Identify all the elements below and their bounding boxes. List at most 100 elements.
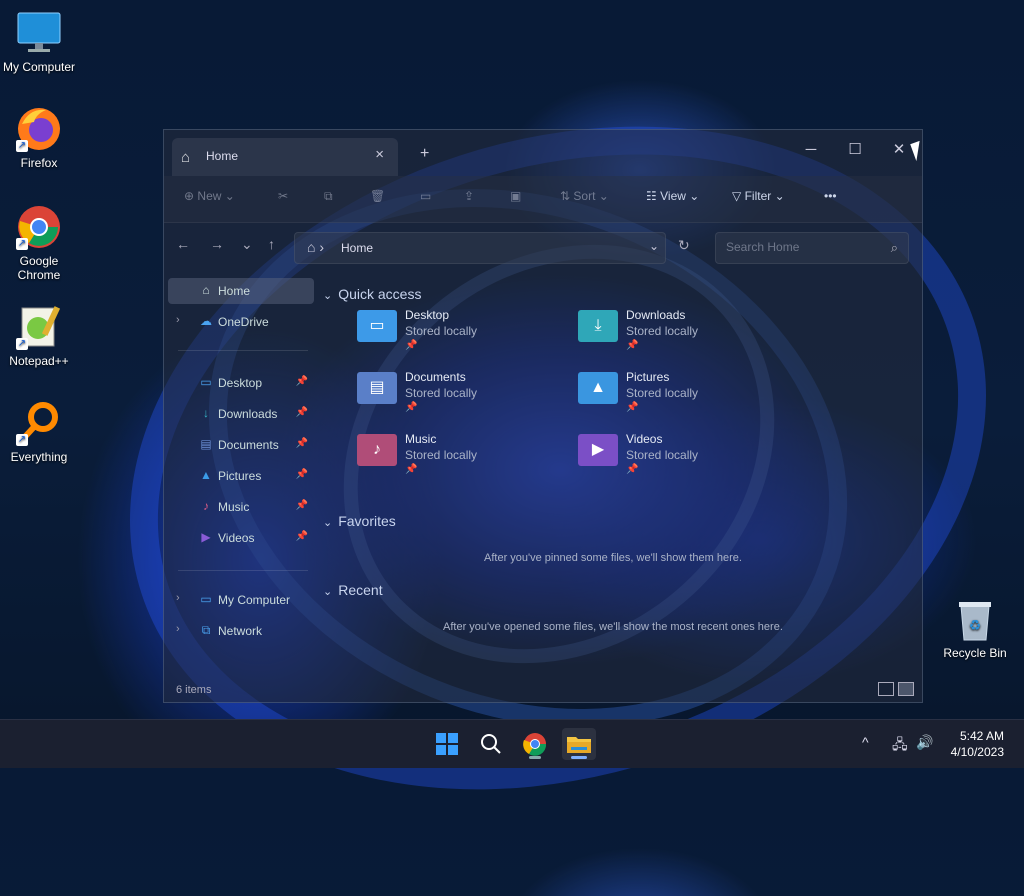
shortcut-arrow-icon: ↗: [16, 140, 28, 152]
tab-label: Home: [206, 149, 239, 163]
more-options-button[interactable]: •••: [824, 189, 837, 203]
quick-access-item-videos[interactable]: ▶ Videos Stored locally 📌: [570, 430, 770, 486]
forward-arrow-icon[interactable]: →: [210, 236, 224, 252]
filter-button[interactable]: ▽ Filter ⌄: [732, 189, 785, 203]
sort-button[interactable]: ⇅ Sort ⌄: [560, 189, 609, 203]
desktop-icon-my-computer[interactable]: My Computer: [0, 10, 78, 74]
title-bar[interactable]: ⌂ Home × + ─ ☐ ✕: [164, 130, 922, 176]
copy-button[interactable]: ⧉: [324, 189, 333, 204]
pin-icon: 📌: [295, 376, 308, 387]
details-view-icon[interactable]: [878, 682, 894, 696]
nav-item-documents[interactable]: ▤ Documents 📌: [168, 432, 314, 458]
nav-divider: [178, 350, 308, 351]
address-bar[interactable]: ⌂ › Home ⌄: [294, 232, 666, 264]
breadcrumb-home[interactable]: Home: [341, 241, 373, 255]
rename-icon: ▭: [420, 189, 432, 203]
nav-item-downloads[interactable]: ↓ Downloads 📌: [168, 401, 314, 427]
nav-item-videos[interactable]: ▶ Videos 📌: [168, 525, 314, 551]
quick-access-item-pictures[interactable]: ▲ Pictures Stored locally 📌: [570, 368, 770, 424]
nav-item-onedrive[interactable]: › ☁ OneDrive: [168, 309, 314, 335]
new-tab-button[interactable]: +: [420, 145, 429, 163]
favorites-empty-message: After you've pinned some files, we'll sh…: [484, 552, 742, 564]
nav-item-music[interactable]: ♪ Music 📌: [168, 494, 314, 520]
desktop-icon-recycle-bin[interactable]: ♻ Recycle Bin: [940, 598, 1010, 660]
network-status-icon[interactable]: 🖧: [892, 734, 908, 758]
item-location: Stored locally: [405, 324, 478, 338]
view-label: View: [660, 189, 686, 203]
delete-button[interactable]: 🗑: [370, 189, 385, 203]
nav-item-label: My Computer: [218, 593, 291, 607]
firefox-icon: ↗: [16, 106, 62, 152]
view-button[interactable]: ☷ View ⌄: [646, 189, 699, 203]
section-favorites[interactable]: ⌄ Favorites: [323, 513, 396, 529]
pin-icon: 📌: [295, 407, 308, 418]
item-location: Stored locally: [405, 386, 478, 400]
taskbar: ^ 🖧 🔊 5:42 AM 4/10/2023: [0, 719, 1024, 768]
desktop-icon-firefox[interactable]: ↗ Firefox: [0, 106, 78, 170]
item-location: Stored locally: [626, 386, 699, 400]
quick-access-item-desktop[interactable]: ▭ Desktop Stored locally 📌: [349, 306, 549, 362]
close-tab-button[interactable]: ×: [375, 146, 384, 163]
search-box[interactable]: ⌕: [715, 232, 909, 264]
recent-locations-chevron-icon[interactable]: ⌄: [241, 236, 253, 253]
chevron-down-icon: ⌄: [323, 290, 333, 302]
item-count: 6 items: [176, 684, 212, 696]
filter-icon: ▽: [732, 189, 742, 203]
section-title: Quick access: [338, 286, 422, 302]
properties-button[interactable]: ▣: [510, 189, 521, 203]
chevron-right-icon[interactable]: ›: [176, 314, 180, 326]
new-button[interactable]: ⊕ New ⌄: [184, 189, 235, 203]
monitor-icon: [16, 10, 62, 56]
cut-button[interactable]: ✂: [278, 189, 288, 203]
running-indicator: [529, 756, 541, 759]
start-button[interactable]: [430, 728, 464, 760]
refresh-icon[interactable]: ↻: [678, 237, 690, 254]
monitor-icon: ▭: [200, 592, 212, 606]
nav-divider: [178, 570, 308, 571]
volume-icon[interactable]: 🔊: [916, 734, 933, 751]
chevron-down-icon: ⌄: [323, 586, 333, 598]
maximize-button[interactable]: ☐: [840, 138, 870, 162]
nav-item-label: Documents: [218, 438, 279, 452]
taskbar-search-button[interactable]: [474, 728, 508, 760]
search-input[interactable]: [724, 239, 878, 255]
nav-item-my-computer[interactable]: › ▭ My Computer: [168, 587, 314, 613]
chrome-icon: ↗: [16, 204, 62, 250]
copy-icon: ⧉: [324, 189, 333, 203]
nav-item-pictures[interactable]: ▲ Pictures 📌: [168, 463, 314, 489]
desktop-icon-chrome[interactable]: ↗ Google Chrome: [0, 204, 78, 282]
search-icon: ⌕: [890, 240, 898, 255]
pin-icon: 📌: [626, 464, 639, 475]
cut-icon: ✂: [278, 189, 289, 203]
taskbar-chrome-button[interactable]: [518, 728, 552, 760]
close-window-button[interactable]: ✕: [884, 138, 914, 162]
nav-item-label: Home: [218, 284, 251, 298]
taskbar-file-explorer-button[interactable]: [562, 728, 596, 760]
back-arrow-icon[interactable]: ←: [176, 236, 190, 252]
nav-item-home[interactable]: ⌂ Home: [168, 278, 314, 304]
quick-access-item-downloads[interactable]: ⤓ Downloads Stored locally 📌: [570, 306, 770, 362]
address-dropdown-icon[interactable]: ⌄: [649, 239, 659, 253]
desktop-icon-everything[interactable]: ↗ Everything: [0, 400, 78, 464]
pin-icon: 📌: [295, 531, 308, 542]
section-quick-access[interactable]: ⌄ Quick access: [323, 286, 421, 302]
download-icon: ↓: [203, 406, 209, 420]
rename-button[interactable]: ▭: [420, 189, 431, 203]
up-arrow-icon[interactable]: ↑: [268, 236, 275, 252]
tiles-view-icon[interactable]: [898, 682, 914, 696]
quick-access-item-documents[interactable]: ▤ Documents Stored locally 📌: [349, 368, 549, 424]
tab-home[interactable]: ⌂ Home ×: [172, 138, 398, 176]
clock-date: 4/10/2023: [950, 745, 1004, 759]
share-button[interactable]: ⇪: [464, 189, 474, 203]
minimize-button[interactable]: ─: [796, 138, 826, 162]
file-explorer-window[interactable]: ⌂ Home × + ─ ☐ ✕ ⊕ New ⌄ ✂ ⧉ 🗑 ▭ ⇪ ▣ ⇅ S…: [163, 129, 923, 703]
quick-access-item-music[interactable]: ♪ Music Stored locally 📌: [349, 430, 549, 486]
section-recent[interactable]: ⌄ Recent: [323, 582, 383, 598]
desktop-icon-notepadpp[interactable]: ↗ Notepad++: [0, 304, 78, 368]
chevron-right-icon[interactable]: ›: [176, 623, 180, 635]
chevron-right-icon[interactable]: ›: [176, 592, 180, 604]
nav-item-desktop[interactable]: ▭ Desktop 📌: [168, 370, 314, 396]
show-hidden-icons-chevron-icon[interactable]: ^: [862, 734, 869, 750]
nav-item-network[interactable]: › ⧉ Network: [168, 618, 314, 644]
taskbar-clock[interactable]: 5:42 AM 4/10/2023: [951, 728, 1004, 760]
